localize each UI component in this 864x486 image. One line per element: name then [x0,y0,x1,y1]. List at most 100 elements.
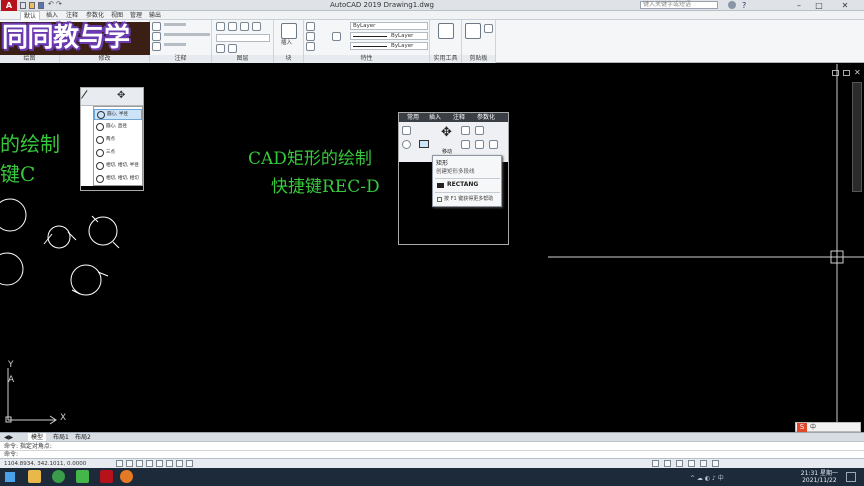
annotation-scale-icon[interactable] [652,460,659,467]
ortho-toggle-icon[interactable] [146,460,153,467]
circle-option-center-radius[interactable]: 圆心, 半径 [94,109,142,120]
tab-output[interactable]: 输出 [146,11,164,20]
tooltip-command-icon [437,183,444,188]
clean-screen-icon[interactable] [700,460,707,467]
recorder-icon[interactable] [120,470,133,483]
inset-rect-tabbar: 常用 插入 注释 参数化 [399,113,508,122]
tab-annotate[interactable]: 注释 [63,11,81,20]
edit-attribute-icon[interactable] [306,42,315,51]
tab-insert[interactable]: 插入 [43,11,61,20]
lineweight-toggle-icon[interactable] [186,460,193,467]
inset-rotate-icon [461,126,470,135]
circle-option-3p[interactable]: 三点 [94,148,142,159]
otrack-toggle-icon[interactable] [176,460,183,467]
panel-utilities: 实用工具 [430,20,462,63]
copy-icon[interactable] [152,22,161,31]
inset-fillet-icon [489,140,498,149]
mirror-icon[interactable] [152,32,161,41]
browser-icon[interactable] [52,470,65,483]
layer-match-icon[interactable] [216,44,225,53]
circle-1 [0,198,27,232]
tab-view[interactable]: 视图 [108,11,126,20]
help-icon[interactable]: ? [742,0,746,11]
layer-state-icon[interactable] [252,22,261,31]
panel-properties: ByLayer ByLayer ByLayer 特性 [304,20,430,63]
paste-icon[interactable] [465,23,481,39]
copy-clip-icon[interactable] [484,24,493,33]
layout-tabs: ◀▶ 模型 布局1 布局2 [0,432,864,442]
linetype-combo[interactable]: ByLayer [350,42,428,50]
osnap-toggle-icon[interactable] [166,460,173,467]
polar-toggle-icon[interactable] [156,460,163,467]
quick-access-toolbar[interactable]: ↶ ↷ [20,0,80,9]
measure-icon[interactable] [438,23,454,39]
system-clock[interactable]: 21:31 星期一 2021/11/22 [801,470,838,484]
ime-mode-label: 中 [810,424,817,431]
redo-icon[interactable]: ↷ [56,0,62,8]
inset-circle-ribbon: ✥ [81,88,143,106]
dimension-icon[interactable] [216,22,225,31]
user-account-icon[interactable] [728,1,736,9]
insert-block-label[interactable]: 插入 [281,40,292,47]
tangent-4 [112,241,120,249]
panel-block-title: 块 [274,55,303,63]
title-bar: A ↶ ↷ AutoCAD 2019 Drawing1.dwg 键入关键字或短语… [0,0,864,11]
new-file-icon[interactable] [20,2,26,9]
snap-toggle-icon[interactable] [136,460,143,467]
circle-option-ttt[interactable]: 相切, 相切, 相切 [94,174,142,185]
inset-line-tool-icon [402,126,411,135]
insert-block-icon[interactable] [281,23,297,39]
tab-home[interactable]: 默认 [20,11,41,20]
circle-option-2p[interactable]: 两点 [94,135,142,146]
inset-move-icon: ✥ [117,90,126,101]
stretch-icon[interactable] [152,42,161,51]
create-block-icon[interactable] [306,22,315,31]
table-icon[interactable] [240,22,249,31]
panel-draw-title: 绘图 [0,55,59,63]
layer-isolate-icon[interactable] [228,44,237,53]
circle-option-ttr[interactable]: 相切, 相切, 半径 [94,161,142,172]
lineweight-combo[interactable]: ByLayer [350,32,428,40]
tooltip-divider-2 [435,192,500,193]
open-file-icon[interactable] [29,2,35,9]
input-method-toolbar[interactable]: S 中 [795,422,861,432]
tab-parametric[interactable]: 参数化 [83,11,107,20]
close-button[interactable]: ✕ [836,0,854,11]
workspace-switch-icon[interactable] [664,460,671,467]
grid-toggle-icon[interactable] [126,460,133,467]
color-combo[interactable]: ByLayer [350,22,428,30]
rect-caption-line1: CAD矩形的绘制 [248,149,372,169]
tooltip-title: 矩形 [436,160,449,167]
leader-icon[interactable] [228,22,237,31]
tooltip-help-hint: 按 F1 键获得更多帮助 [444,196,494,202]
inset-tab-home: 常用 [407,114,420,121]
autocad-logo-icon[interactable]: A [1,0,17,11]
minimize-button[interactable]: – [790,0,808,11]
ucs-a-label: A [8,375,15,385]
help-search-input[interactable]: 键入关键字或短语 [640,1,718,9]
command-history: 命令: 指定对角点: [0,441,864,450]
layer-combo[interactable] [216,34,270,42]
isolate-objects-icon[interactable] [676,460,683,467]
hardware-accel-icon[interactable] [688,460,695,467]
circle-option-icon [96,123,104,131]
file-explorer-icon[interactable] [28,470,41,483]
customization-icon[interactable] [712,460,719,467]
wechat-icon[interactable] [76,470,89,483]
maximize-button[interactable]: □ [810,0,828,11]
command-input[interactable]: 命令: [0,450,864,458]
save-icon[interactable] [38,2,44,9]
circle-option-center-diameter[interactable]: 圆心, 直径 [94,122,142,133]
autocad-taskbar-icon[interactable] [100,470,113,483]
tab-manage[interactable]: 管理 [127,11,145,20]
edit-block-icon[interactable] [306,32,315,41]
drawing-canvas[interactable]: ✕ 的绘制 键C Y A X ✥ 圆心, 半径 圆心, 直径 两点 三点 相切,… [0,64,864,432]
inset-trim-icon [475,126,484,135]
model-space-button[interactable] [116,460,123,467]
windows-start-icon[interactable] [5,472,15,482]
match-properties-icon[interactable] [332,32,341,41]
notification-icon[interactable] [846,472,856,482]
tray-icons[interactable]: ^ ☁ ◐ ♪ 中 [690,473,770,482]
undo-icon[interactable]: ↶ [48,0,54,8]
circle-option-icon [97,111,105,119]
